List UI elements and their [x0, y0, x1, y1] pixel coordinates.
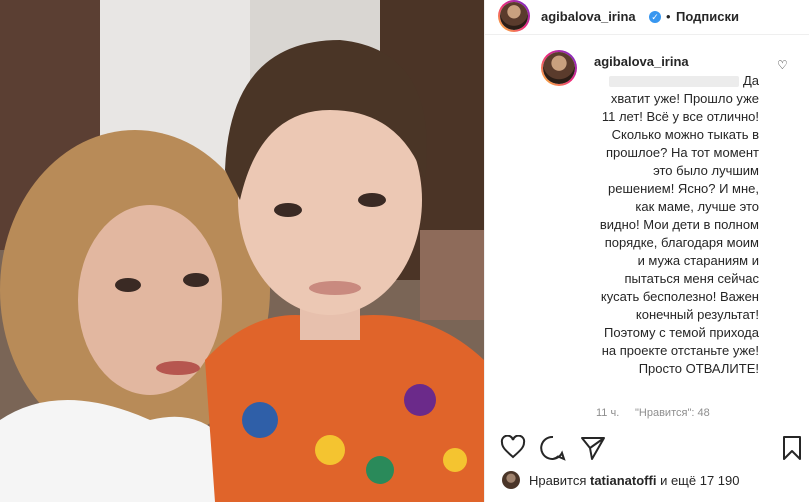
- comment-text: Да хватит уже! Прошло уже 11 лет! Всё у …: [597, 72, 759, 378]
- follow-button[interactable]: Подписки: [676, 9, 739, 24]
- comment-icon[interactable]: [540, 435, 566, 461]
- likes-prefix: Нравится: [529, 473, 587, 488]
- likes-summary: Нравится tatianatoffi и ещё 17 190: [485, 466, 809, 496]
- bookmark-icon[interactable]: [782, 435, 802, 461]
- post-panel: agibalova_irina ✓ • Подписки agibalova_i…: [484, 0, 809, 502]
- likes-text[interactable]: Нравится tatianatoffi и ещё 17 190: [529, 473, 739, 488]
- comment-body: Да хватит уже! Прошло уже 11 лет! Всё у …: [599, 73, 759, 376]
- verified-badge-icon: ✓: [649, 11, 661, 23]
- comment-likes[interactable]: "Нравится": 48: [635, 407, 710, 419]
- post-actions: [485, 427, 809, 467]
- post-header: agibalova_irina ✓ • Подписки: [485, 0, 809, 35]
- author-avatar[interactable]: [498, 0, 530, 32]
- comment-time[interactable]: 11 ч.: [596, 407, 619, 419]
- blurred-mention: [609, 76, 740, 88]
- liker-avatar[interactable]: [502, 471, 520, 489]
- share-icon[interactable]: [580, 435, 606, 461]
- comment-like-icon[interactable]: ♡: [777, 58, 788, 72]
- separator-dot: •: [666, 9, 671, 24]
- comment-username[interactable]: agibalova_irina: [594, 54, 689, 69]
- heart-icon[interactable]: [500, 435, 526, 459]
- liker-username[interactable]: tatianatoffi: [590, 473, 656, 488]
- post-photo[interactable]: [0, 0, 484, 502]
- comment-avatar[interactable]: [541, 50, 577, 86]
- photo-illustration: [0, 0, 484, 502]
- likes-count[interactable]: и ещё 17 190: [660, 473, 739, 488]
- author-username[interactable]: agibalova_irina: [541, 9, 636, 24]
